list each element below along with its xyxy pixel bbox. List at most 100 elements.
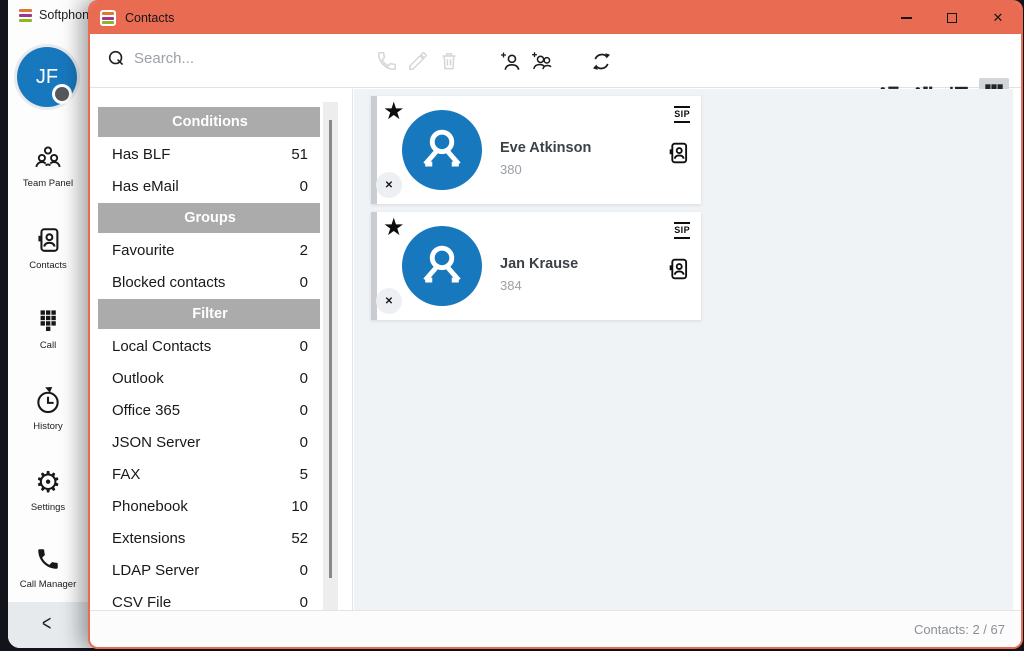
contact-details-icon[interactable] (665, 256, 691, 282)
refresh-icon (590, 50, 612, 73)
filter-scrollbar-thumb[interactable] (329, 120, 332, 578)
call-icon (376, 50, 398, 72)
contact-details-icon[interactable] (665, 140, 691, 166)
sidebar-item[interactable]: Call Manager (8, 543, 88, 590)
sidebar-item-label: Team Panel (8, 178, 88, 189)
filter-row: Filter (98, 299, 320, 329)
sidebar-item-label: Settings (8, 502, 88, 513)
sip-badge: SIP (674, 222, 690, 239)
add-group-icon (530, 50, 552, 73)
filter-row: Groups (98, 203, 320, 233)
filter-label: Outlook (112, 370, 300, 387)
contact-card[interactable]: ★ Jan Krause 384 SIP (371, 212, 701, 320)
toolbar-action[interactable] (530, 50, 552, 72)
toolbar-action[interactable] (499, 50, 521, 72)
filter-row[interactable]: Phonebook 10 (98, 491, 320, 521)
filter-label: Groups (184, 210, 236, 226)
filter-label: Favourite (112, 242, 300, 259)
collapse-chevron-icon: < (42, 612, 51, 637)
contacts-window: Contacts ✕ (88, 0, 1023, 649)
filter-count: 0 (300, 402, 308, 419)
filter-row[interactable]: Has eMail 0 (98, 171, 320, 201)
contacts-count-status: Contacts: 2 / 67 (914, 622, 1005, 637)
sidebar-item[interactable]: History (8, 385, 88, 432)
filter-label: Phonebook (112, 498, 291, 515)
filter-label: FAX (112, 466, 300, 483)
filter-row[interactable]: LDAP Server 0 (98, 555, 320, 585)
filter-count: 0 (300, 594, 308, 611)
filter-row[interactable]: Blocked contacts 0 (98, 267, 320, 297)
toolbar-action[interactable] (376, 50, 398, 72)
titlebar[interactable]: Contacts ✕ (90, 2, 1021, 34)
filter-count: 10 (291, 498, 308, 515)
add-contact-icon (499, 50, 521, 73)
filter-row[interactable]: Favourite 2 (98, 235, 320, 265)
person-icon (416, 240, 468, 292)
presence-status-dot[interactable] (52, 84, 72, 104)
sip-badge: SIP (674, 106, 690, 123)
filter-row[interactable]: Has BLF 51 (98, 139, 320, 169)
trash-icon (438, 50, 460, 72)
app-header: Softphone (19, 8, 96, 22)
filter-label: JSON Server (112, 434, 300, 451)
toolbar-action[interactable] (438, 50, 460, 72)
filter-count: 2 (300, 242, 308, 259)
filter-row[interactable]: Local Contacts 0 (98, 331, 320, 361)
window-controls: ✕ (883, 2, 1021, 34)
contact-name: Jan Krause (500, 256, 578, 272)
filter-label: Has BLF (112, 146, 291, 163)
avatar-initials: JF (36, 66, 58, 89)
search-input[interactable] (134, 50, 324, 67)
toolbar-action[interactable] (407, 50, 429, 72)
contact-name: Eve Atkinson (500, 140, 591, 156)
filter-label: Local Contacts (112, 338, 300, 355)
minimize-button[interactable] (883, 2, 929, 34)
sidebar-item[interactable]: Call (8, 304, 88, 351)
contact-avatar (402, 110, 482, 190)
filter-row[interactable]: FAX 5 (98, 459, 320, 489)
filter-label: Office 365 (112, 402, 300, 419)
app-logo-icon (19, 9, 32, 22)
gear-icon: ⚙ (35, 467, 61, 497)
filter-row[interactable]: Office 365 0 (98, 395, 320, 425)
contact-card[interactable]: ★ Eve Atkinson 380 SIP (371, 96, 701, 204)
filter-scrollbar-track[interactable] (323, 102, 338, 614)
filter-panel: Conditions Has BLF 51 Has eMail 0 Groups… (90, 89, 353, 610)
filter-row[interactable]: Outlook 0 (98, 363, 320, 393)
filter-row[interactable]: Extensions 52 (98, 523, 320, 553)
contacts-content: ★ Eve Atkinson 380 SIP (354, 89, 1013, 610)
team-panel-icon (33, 143, 63, 173)
toolbar (90, 34, 1021, 88)
dialpad-icon (34, 306, 62, 334)
filter-row[interactable]: JSON Server 0 (98, 427, 320, 457)
remove-favourite-button[interactable]: ✕ (376, 288, 402, 314)
search-box[interactable] (108, 50, 324, 67)
sidebar-item-label: Contacts (8, 260, 88, 271)
sidebar-item[interactable]: ⚙ Settings (8, 466, 88, 513)
remove-favourite-button[interactable]: ✕ (376, 172, 402, 198)
favourite-star-icon[interactable]: ★ (383, 97, 405, 126)
close-button[interactable]: ✕ (975, 2, 1021, 34)
sidebar-item[interactable]: Contacts (8, 224, 88, 271)
contacts-icon (33, 225, 63, 255)
filter-list: Conditions Has BLF 51 Has eMail 0 Groups… (98, 107, 320, 619)
maximize-button[interactable] (929, 2, 975, 34)
filter-count: 51 (291, 146, 308, 163)
filter-count: 0 (300, 370, 308, 387)
filter-count: 5 (300, 466, 308, 483)
filter-count: 0 (300, 338, 308, 355)
sidebar-item-label: History (8, 421, 88, 432)
minimize-icon (901, 17, 912, 18)
filter-count: 0 (300, 562, 308, 579)
person-icon (416, 124, 468, 176)
filter-count: 0 (300, 274, 308, 291)
favourite-star-icon[interactable]: ★ (383, 213, 405, 242)
filter-label: Filter (192, 306, 227, 322)
sidebar-item-label: Call Manager (8, 579, 88, 590)
maximize-icon (947, 13, 957, 23)
sidebar-item[interactable]: Team Panel (8, 142, 88, 189)
sidebar-item-label: Call (8, 340, 88, 351)
contact-avatar (402, 226, 482, 306)
filter-count: 0 (300, 434, 308, 451)
toolbar-action[interactable] (590, 50, 612, 72)
